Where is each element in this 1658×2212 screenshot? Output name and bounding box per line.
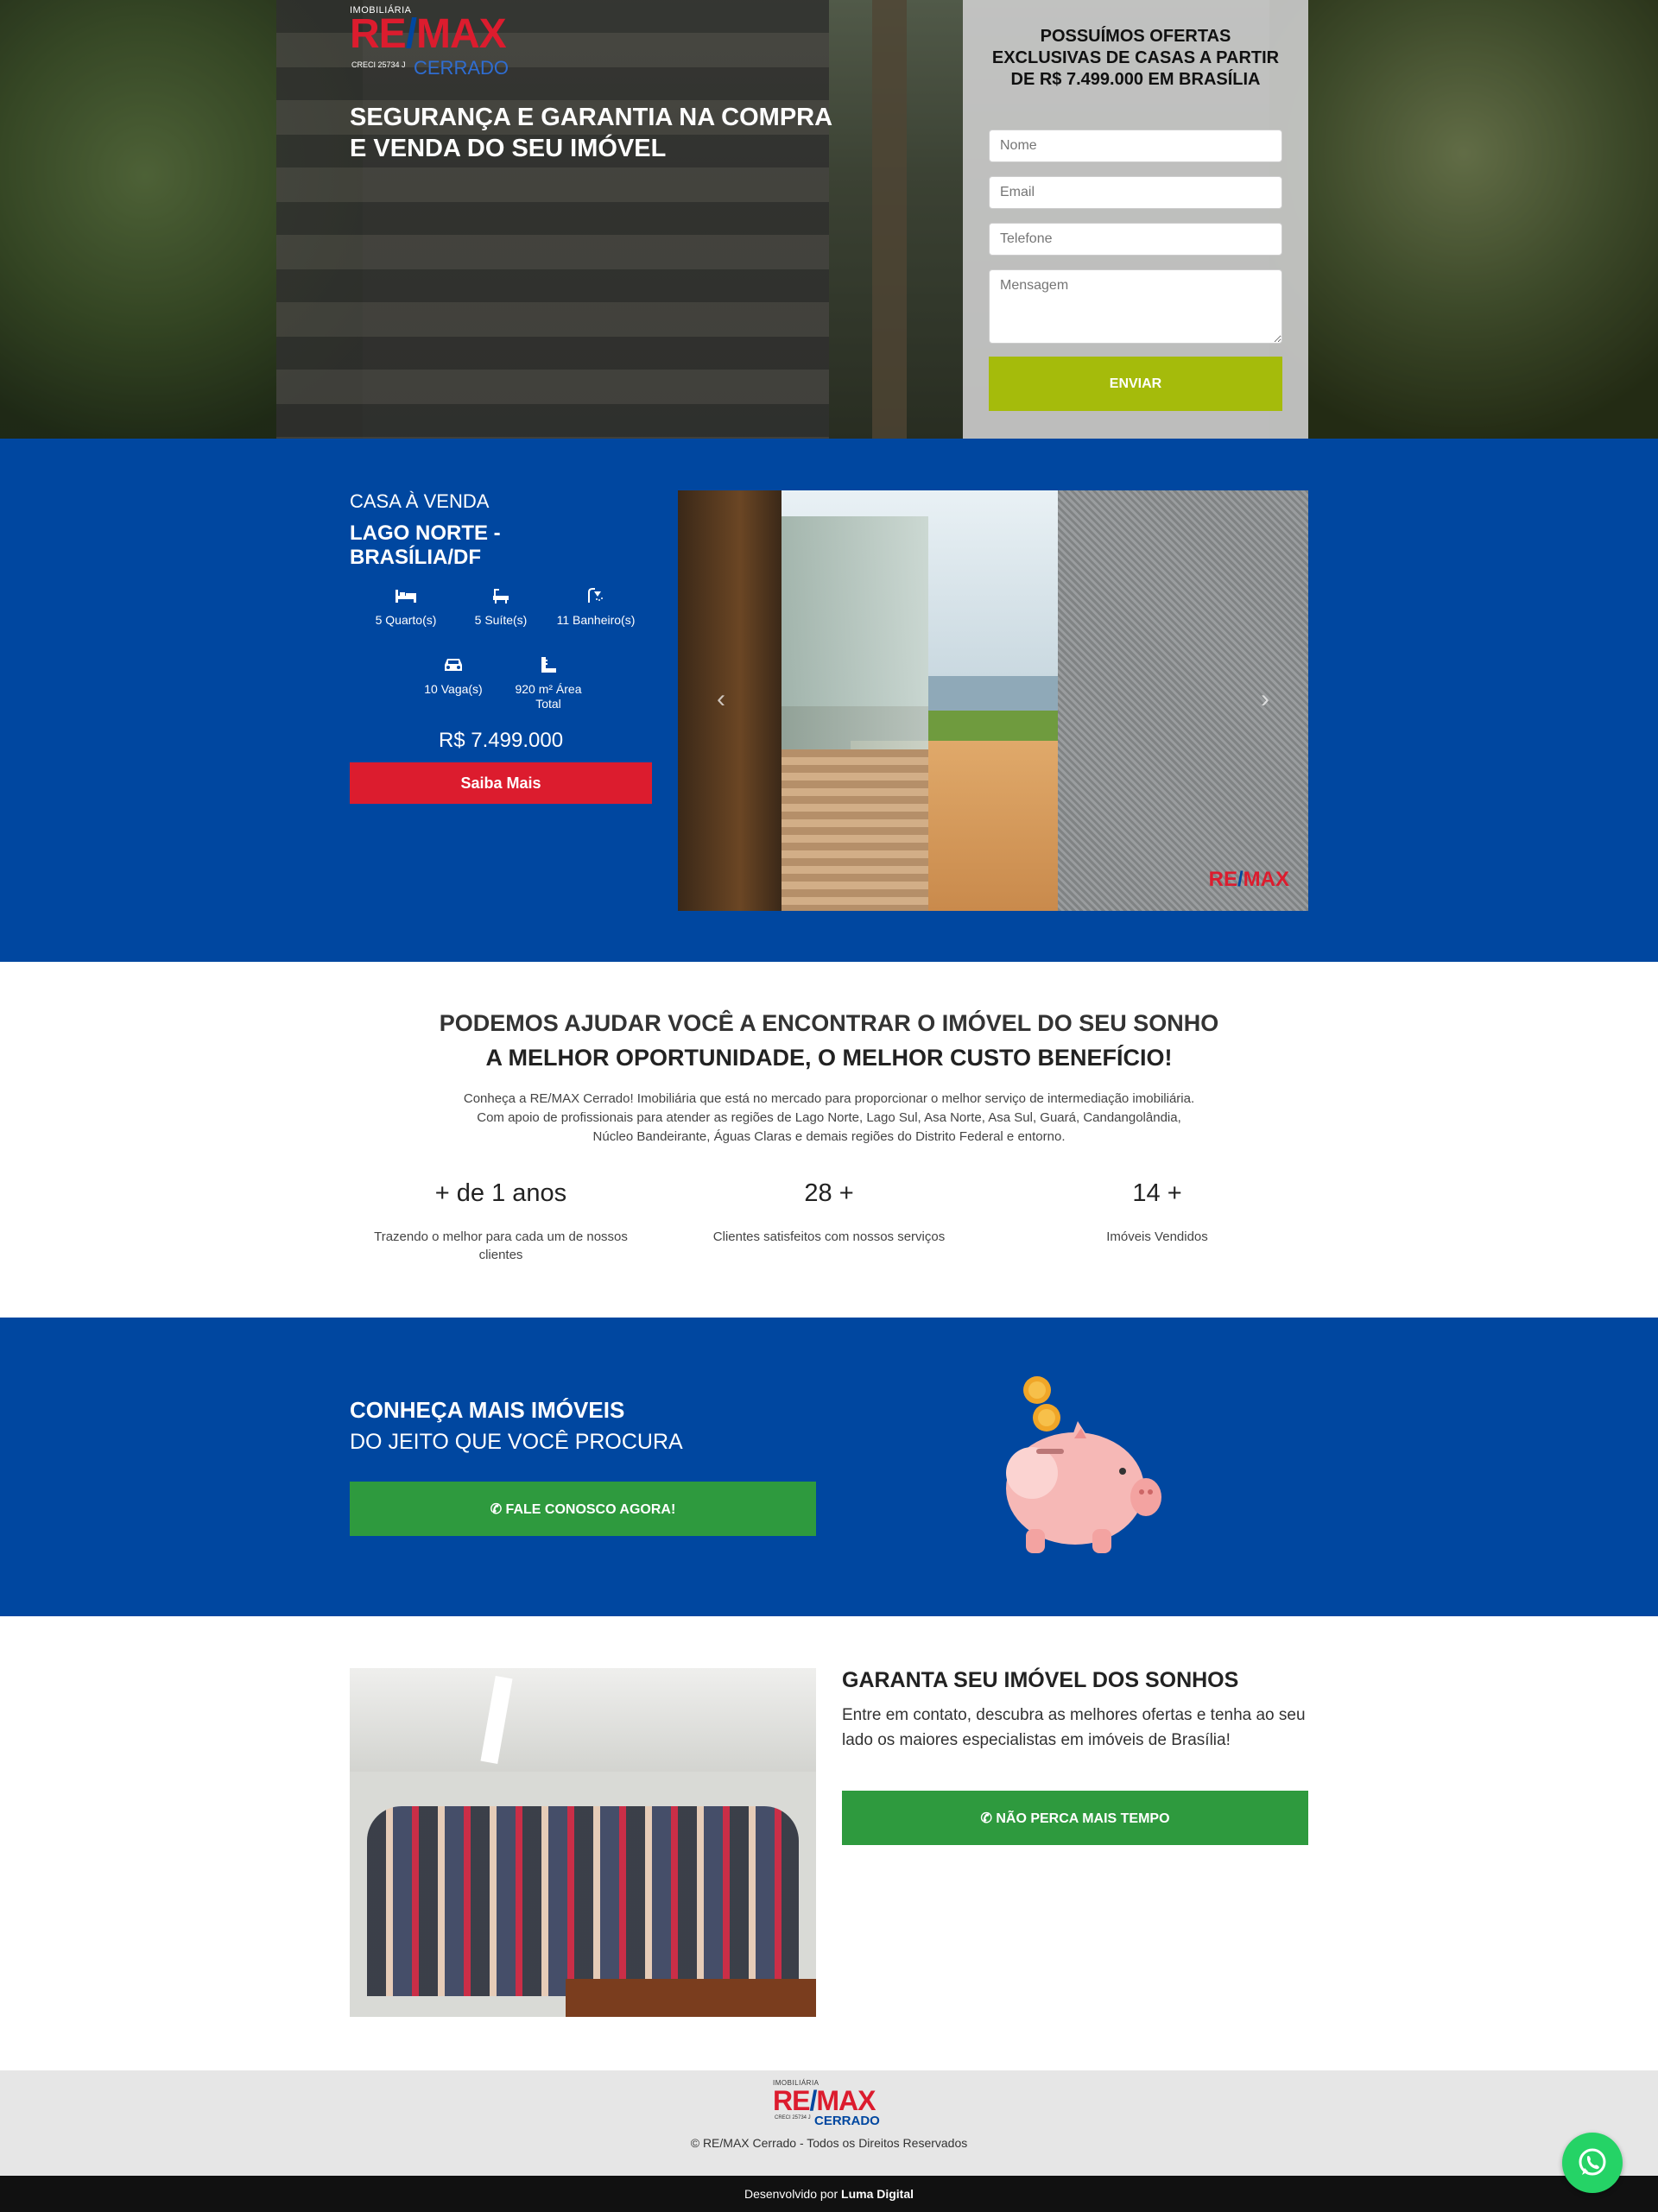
- ruler-icon: [541, 657, 556, 673]
- message-field[interactable]: [989, 269, 1282, 344]
- form-title: POSSUÍMOS OFERTAS EXCLUSIVAS DE CASAS A …: [991, 27, 1280, 89]
- gallery-prev-arrow[interactable]: ‹: [717, 685, 725, 714]
- email-field[interactable]: [989, 176, 1282, 209]
- bed-icon: [396, 590, 416, 603]
- stat-sold-value: 14 +: [1132, 1179, 1182, 1207]
- photo-table: [566, 1979, 816, 2017]
- about-subheading: A MELHOR OPORTUNIDADE, O MELHOR CUSTO BE…: [485, 1045, 1173, 1071]
- logo-creci: CRECI 25734 J: [351, 60, 406, 69]
- photo-ceiling: [350, 1668, 816, 1772]
- stat-sold-label: Imóveis Vendidos: [1106, 1229, 1208, 1244]
- feature-bathrooms: 11 Banheiro(s): [548, 587, 643, 628]
- credits-brand-link[interactable]: Luma Digital: [841, 2187, 914, 2201]
- gallery-door: [678, 490, 782, 911]
- feature-suites: 5 Suíte(s): [453, 587, 548, 628]
- submit-button[interactable]: ENVIAR: [989, 357, 1282, 411]
- feature-area: 920 m² Área Total: [501, 656, 596, 711]
- feature-label: 10 Vaga(s): [424, 682, 483, 696]
- watermark-re: RE: [1208, 868, 1237, 891]
- footer-logo-max: MAX: [816, 2085, 876, 2116]
- stat-clients-label: Clientes satisfeitos com nossos serviços: [712, 1229, 946, 1244]
- dont-waste-time-label: NÃO PERCA MAIS TEMPO: [996, 1811, 1170, 1826]
- feature-bedrooms: 5 Quarto(s): [358, 587, 453, 628]
- footer-logo-creci: CRECI 25734 J: [775, 2115, 811, 2120]
- team-section: GARANTA SEU IMÓVEL DOS SONHOS Entre em c…: [0, 1616, 1658, 2070]
- stat-clients-value: 28 +: [804, 1179, 854, 1207]
- property-location: LAGO NORTE - BRASÍLIA/DF: [350, 521, 501, 569]
- cta-subtitle: DO JEITO QUE VOCÊ PROCURA: [350, 1430, 683, 1454]
- whatsapp-icon: [1579, 2148, 1606, 2176]
- footer-logo[interactable]: IMOBILIÁRIA RE/MAX CRECI 25734 J CERRADO: [773, 2079, 894, 2131]
- footer-logo-wordmark: RE/MAX: [773, 2085, 876, 2116]
- header-logo[interactable]: IMOBILIÁRIA RE/MAX CRECI 25734 J CERRADO: [350, 5, 540, 83]
- credits-prefix: Desenvolvido por: [744, 2187, 838, 2201]
- gallery-textured-wall: [1058, 490, 1308, 911]
- hero-title: SEGURANÇA E GARANTIA NA COMPRA E VENDA D…: [350, 104, 832, 162]
- stat-years-value: + de 1 anos: [434, 1179, 567, 1207]
- bath-icon: [493, 589, 509, 604]
- property-price: R$ 7.499.000: [438, 729, 564, 752]
- whatsapp-float-button[interactable]: [1562, 2133, 1623, 2193]
- logo-slash: /: [405, 11, 417, 57]
- piggy-bank-illustration: [1006, 1376, 1161, 1553]
- logo-max: MAX: [416, 11, 507, 57]
- property-gallery[interactable]: ‹ › RE/MAX: [678, 490, 1308, 911]
- gallery-stairs: [782, 749, 928, 911]
- whatsapp-icon: ✆: [490, 1501, 506, 1517]
- about-paragraph: Conheça a RE/MAX Cerrado! Imobiliária qu…: [463, 1091, 1195, 1144]
- shower-icon: [588, 588, 603, 603]
- logo-re: RE: [350, 11, 407, 57]
- gallery-grass: [928, 711, 1058, 745]
- whatsapp-icon: ✆: [980, 1811, 997, 1826]
- car-icon: [445, 659, 462, 671]
- gallery-lake: [928, 676, 1058, 711]
- footer: IMOBILIÁRIA RE/MAX CRECI 25734 J CERRADO…: [0, 2070, 1658, 2176]
- feature-label: 11 Banheiro(s): [556, 613, 636, 627]
- cta-title: CONHEÇA MAIS IMÓVEIS: [350, 1397, 625, 1423]
- feature-parking: 10 Vaga(s): [406, 656, 501, 697]
- hero-overlay: [0, 0, 1658, 439]
- phone-field[interactable]: [989, 223, 1282, 256]
- dont-waste-time-button[interactable]: ✆ NÃO PERCA MAIS TEMPO: [842, 1791, 1308, 1845]
- stat-years-label: Trazendo o melhor para cada um de nossos…: [374, 1229, 628, 1262]
- cta-section: CONHEÇA MAIS IMÓVEIS DO JEITO QUE VOCÊ P…: [0, 1318, 1658, 1616]
- hero-section: IMOBILIÁRIA RE/MAX CRECI 25734 J CERRADO…: [0, 0, 1658, 439]
- contact-now-button[interactable]: ✆ FALE CONOSCO AGORA!: [350, 1482, 816, 1536]
- learn-more-button[interactable]: Saiba Mais: [350, 762, 652, 804]
- footer-copyright: © RE/MAX Cerrado - Todos os Direitos Res…: [690, 2136, 968, 2150]
- developer-credits: Desenvolvido por Luma Digital: [0, 2176, 1658, 2212]
- feature-label: 5 Quarto(s): [375, 613, 437, 627]
- logo-cerrado: CERRADO: [414, 57, 509, 79]
- feature-label: 920 m² Área Total: [515, 682, 582, 711]
- photo-team-group: [367, 1806, 799, 1996]
- team-text: Entre em contato, descubra as melhores o…: [842, 1706, 1306, 1749]
- name-field[interactable]: [989, 130, 1282, 162]
- watermark-max: MAX: [1243, 868, 1289, 891]
- watermark-slash: /: [1237, 868, 1244, 891]
- team-title: GARANTA SEU IMÓVEL DOS SONHOS: [842, 1668, 1239, 1692]
- feature-label: 5 Suíte(s): [474, 613, 528, 627]
- property-kicker: CASA À VENDA: [350, 490, 490, 512]
- gallery-next-arrow[interactable]: ›: [1261, 685, 1269, 714]
- footer-logo-re: RE: [773, 2085, 810, 2116]
- contact-now-label: FALE CONOSCO AGORA!: [505, 1501, 676, 1517]
- about-heading: PODEMOS AJUDAR VOCÊ A ENCONTRAR O IMÓVEL…: [439, 1010, 1219, 1036]
- contact-form-panel: POSSUÍMOS OFERTAS EXCLUSIVAS DE CASAS A …: [963, 0, 1308, 439]
- team-photo: [350, 1668, 816, 2017]
- footer-logo-cerrado: CERRADO: [814, 2114, 880, 2128]
- gallery-watermark: RE/MAX: [1209, 868, 1289, 892]
- about-section: PODEMOS AJUDAR VOCÊ A ENCONTRAR O IMÓVEL…: [0, 962, 1658, 1318]
- property-section: CASA À VENDA LAGO NORTE - BRASÍLIA/DF 5 …: [0, 439, 1658, 962]
- logo-wordmark: RE/MAX: [350, 11, 507, 57]
